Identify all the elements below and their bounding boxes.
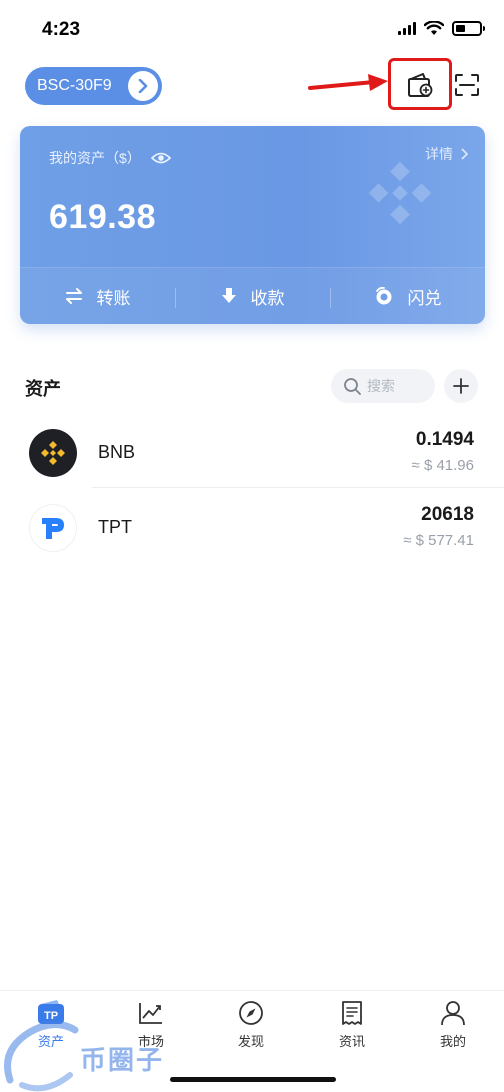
plus-icon — [453, 378, 469, 394]
tab-profile[interactable]: 我的 — [418, 999, 488, 1050]
transfer-button[interactable]: 转账 — [20, 284, 175, 309]
flash-swap-icon — [375, 287, 391, 305]
tab-news[interactable]: 资讯 — [317, 999, 387, 1050]
download-arrow-icon — [221, 288, 236, 303]
flash-swap-button[interactable]: 闪兑 — [330, 284, 485, 309]
tpt-logo-icon — [29, 504, 77, 552]
cellular-signal-icon — [398, 22, 416, 35]
profile-icon — [439, 999, 467, 1027]
token-fiat-value: ≈ $ 41.96 — [411, 457, 474, 474]
wallet-name: BSC-30F9 — [37, 77, 112, 94]
swap-arrows-icon — [65, 288, 82, 304]
tab-discover[interactable]: 发现 — [216, 999, 286, 1050]
token-symbol: TPT — [98, 517, 132, 537]
add-wallet-button[interactable] — [402, 68, 438, 102]
battery-icon — [452, 21, 485, 36]
bnb-logo-icon — [29, 429, 77, 477]
chevron-right-icon — [461, 148, 469, 160]
bnb-watermark-icon — [368, 161, 432, 225]
compass-icon — [237, 999, 265, 1027]
status-bar: 4:23 — [0, 0, 504, 60]
asset-summary-card: 我的资产（$） 详情 619.38 转账 收款 闪兑 — [20, 126, 485, 324]
home-indicator[interactable] — [170, 1077, 336, 1082]
annotation-arrow — [308, 74, 388, 91]
scan-button[interactable] — [449, 68, 485, 102]
status-time: 4:23 — [42, 19, 81, 40]
receive-button[interactable]: 收款 — [175, 284, 330, 309]
chevron-right-icon — [128, 71, 158, 101]
token-balance: 20618 — [421, 504, 474, 525]
token-balance: 0.1494 — [415, 429, 474, 450]
total-assets-label: 我的资产（$） — [49, 148, 171, 168]
token-fiat-value: ≈ $ 577.41 — [403, 532, 474, 549]
search-icon — [344, 378, 361, 395]
wifi-icon — [424, 21, 444, 35]
assets-section-title: 资产 — [25, 379, 61, 399]
watermark-text: 币圈子 — [80, 1045, 165, 1075]
wallet-selector[interactable]: BSC-30F9 — [25, 67, 162, 105]
status-icons — [398, 21, 485, 36]
scan-icon — [455, 74, 479, 96]
total-assets-amount: 619.38 — [49, 198, 156, 236]
news-doc-icon — [338, 999, 366, 1027]
wallet-add-icon — [408, 73, 433, 97]
search-placeholder: 搜索 — [367, 378, 395, 394]
row-divider — [92, 487, 504, 488]
token-row-tpt[interactable]: TPT 20618 ≈ $ 577.41 — [0, 498, 504, 574]
search-input[interactable]: 搜索 — [331, 369, 435, 403]
eye-icon[interactable] — [150, 151, 171, 165]
card-actions: 转账 收款 闪兑 — [20, 267, 485, 324]
add-token-button[interactable] — [444, 369, 478, 403]
token-symbol: BNB — [98, 442, 136, 462]
